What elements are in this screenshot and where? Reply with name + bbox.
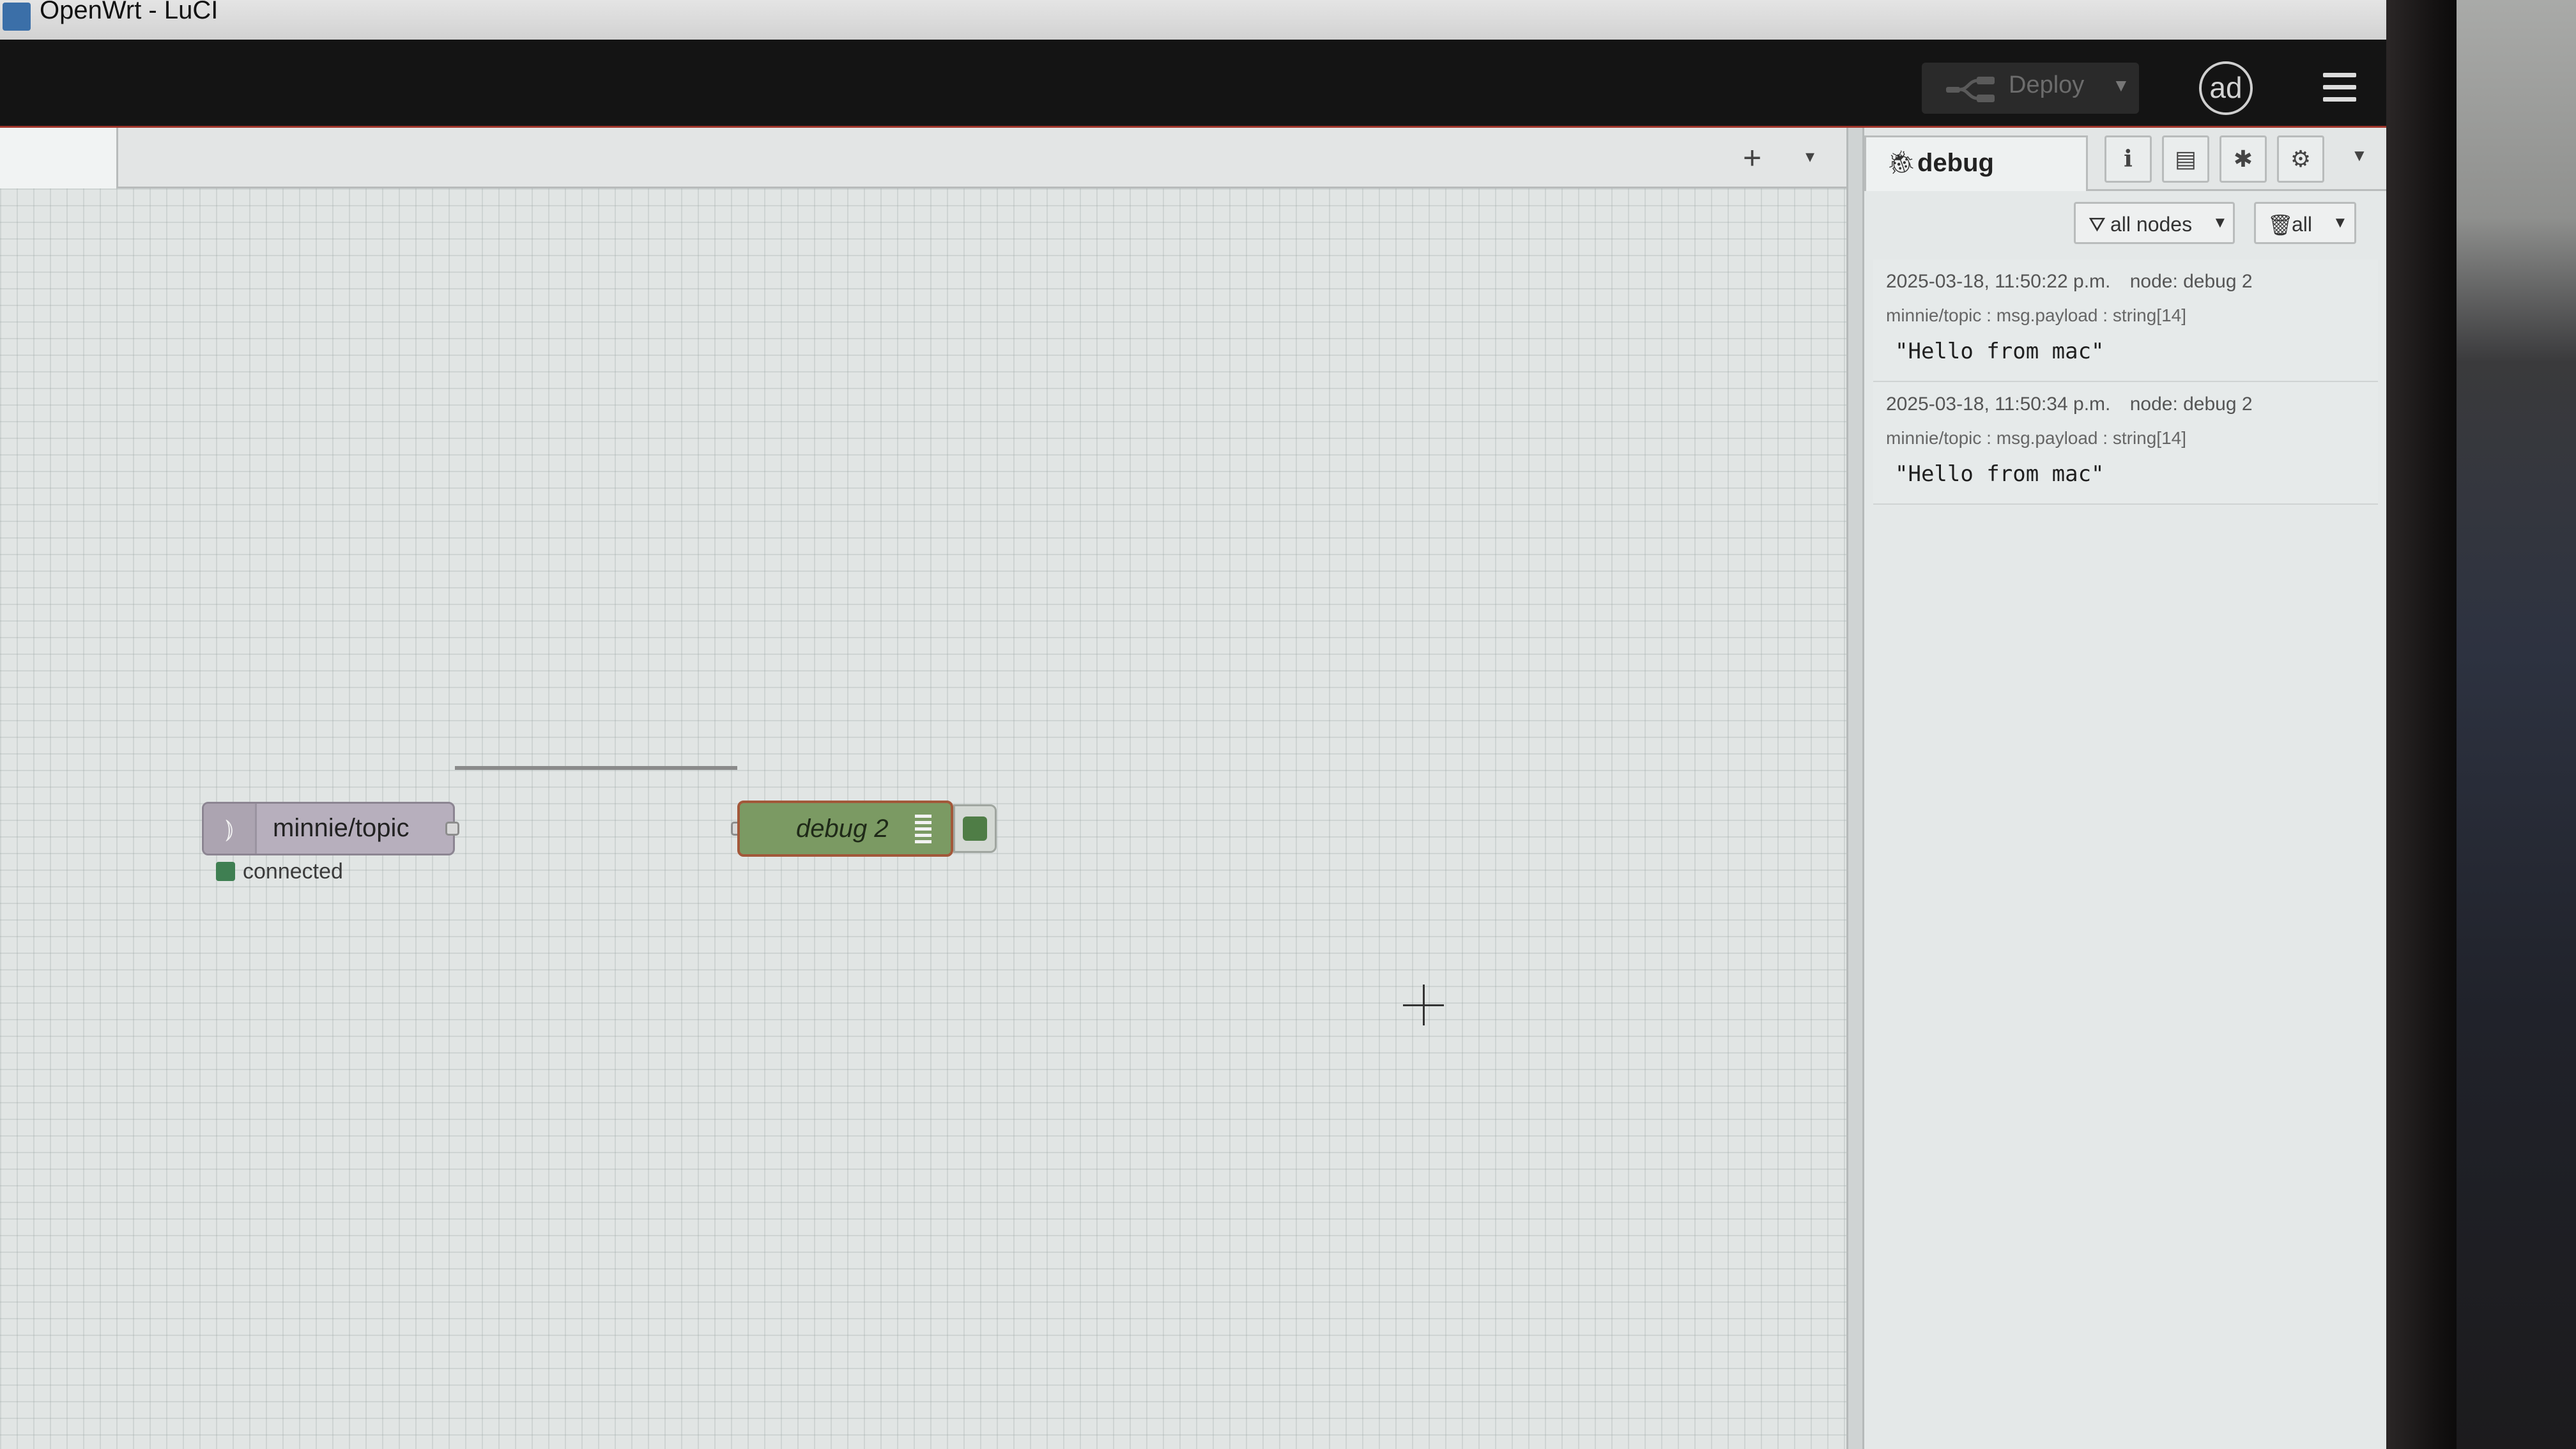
crosshair-cursor-icon bbox=[1403, 985, 1444, 1025]
message-meta: minnie/topic : msg.payload : string[14] bbox=[1886, 428, 2187, 448]
deploy-icon bbox=[1946, 77, 1995, 102]
sidebar-resize-handle[interactable] bbox=[1846, 128, 1864, 1449]
sidebar-tab-bar: 🐞︎ debug i ▤ ✱ ⚙ ▼ bbox=[1864, 128, 2386, 191]
chevron-down-icon[interactable]: ▼ bbox=[2351, 146, 2368, 165]
book-icon: ▤ bbox=[2174, 146, 2196, 172]
status-indicator bbox=[216, 862, 235, 881]
flow-canvas[interactable]: ⦆ minnie/topic connected debug 2 bbox=[0, 188, 1846, 1449]
tab-list-button[interactable]: ▾ bbox=[1805, 146, 1814, 167]
debug-message-list: 2025-03-18, 11:50:22 p.m. node: debug 2 … bbox=[1873, 259, 2378, 505]
bug-icon: 🐞︎ bbox=[1887, 149, 1916, 175]
window-title-bar: OpenWrt - LuCI bbox=[0, 0, 2386, 40]
filter-label: all nodes bbox=[2110, 213, 2193, 236]
trash-icon: 🗑︎ bbox=[2267, 213, 2294, 236]
deploy-button[interactable]: Deploy ▼ bbox=[1922, 63, 2139, 114]
hamburger-menu-icon bbox=[2323, 73, 2356, 77]
message-timestamp: 2025-03-18, 11:50:34 p.m. bbox=[1886, 394, 2111, 415]
mqtt-node-label: minnie/topic bbox=[273, 814, 410, 842]
mqtt-in-node[interactable]: ⦆ minnie/topic bbox=[202, 802, 455, 855]
list-icon bbox=[915, 815, 931, 843]
debug-message[interactable]: 2025-03-18, 11:50:22 p.m. node: debug 2 … bbox=[1873, 259, 2378, 382]
monitor-bezel bbox=[2386, 0, 2457, 1449]
message-payload: "Hello from mac" bbox=[1895, 339, 2104, 364]
debug-message[interactable]: 2025-03-18, 11:50:34 p.m. node: debug 2 … bbox=[1873, 382, 2378, 505]
clear-label: all bbox=[2292, 213, 2313, 236]
app-header: Deploy ▼ ad bbox=[0, 40, 2386, 129]
monitor-screen: OpenWrt - LuCI Deploy ▼ ad + ▾ ⦆ minnie/… bbox=[0, 0, 2386, 1449]
flow-tab[interactable] bbox=[0, 128, 118, 188]
debug-node[interactable]: debug 2 bbox=[737, 801, 953, 857]
app-icon bbox=[3, 3, 31, 31]
clear-messages-button[interactable]: 🗑︎ all ▼ bbox=[2254, 202, 2356, 244]
mqtt-output-port[interactable] bbox=[445, 822, 459, 836]
message-node-link[interactable]: node: debug 2 bbox=[2130, 394, 2253, 415]
tab-debug-label: debug bbox=[1917, 149, 1994, 177]
info-icon: i bbox=[2124, 146, 2133, 172]
message-node-link[interactable]: node: debug 2 bbox=[2130, 271, 2253, 292]
status-text: connected bbox=[243, 859, 343, 884]
bug-icon: ✱ bbox=[2233, 146, 2253, 172]
workspace: + ▾ ⦆ minnie/topic connected debug 2 bbox=[0, 128, 1846, 1449]
chevron-down-icon: ▼ bbox=[2212, 214, 2228, 231]
add-flow-button[interactable]: + bbox=[1743, 139, 1761, 176]
debug-sidebar: 🐞︎ debug i ▤ ✱ ⚙ ▼ ⛛ all nodes ▼ 🗑︎ all … bbox=[1864, 128, 2386, 1449]
mqtt-icon: ⦆ bbox=[204, 804, 257, 854]
window-title: OpenWrt - LuCI bbox=[40, 0, 218, 24]
debug-enable-toggle[interactable] bbox=[953, 804, 997, 853]
message-payload: "Hello from mac" bbox=[1895, 461, 2104, 487]
chevron-down-icon[interactable]: ▼ bbox=[2112, 75, 2130, 96]
filter-nodes-dropdown[interactable]: ⛛ all nodes ▼ bbox=[2074, 202, 2235, 244]
message-meta: minnie/topic : msg.payload : string[14] bbox=[1886, 305, 2187, 325]
debug-tab-button[interactable]: ✱ bbox=[2220, 135, 2267, 183]
chevron-down-icon: ▼ bbox=[2333, 214, 2348, 231]
message-timestamp: 2025-03-18, 11:50:22 p.m. bbox=[1886, 271, 2111, 292]
config-tab-button[interactable]: ⚙ bbox=[2277, 135, 2324, 183]
main-menu-button[interactable] bbox=[2323, 73, 2356, 102]
deploy-label: Deploy bbox=[2009, 72, 2085, 98]
debug-toolbar: ⛛ all nodes ▼ 🗑︎ all ▼ bbox=[1864, 189, 2386, 259]
tab-debug[interactable]: 🐞︎ debug bbox=[1864, 135, 2088, 191]
background-scene bbox=[2457, 0, 2576, 1449]
filter-icon: ⛛ bbox=[2089, 213, 2106, 236]
info-tab-button[interactable]: i bbox=[2104, 135, 2152, 183]
flow-tab-bar: + ▾ bbox=[0, 128, 1846, 188]
debug-node-label: debug 2 bbox=[796, 815, 889, 843]
user-avatar[interactable]: ad bbox=[2199, 61, 2253, 115]
gear-icon: ⚙ bbox=[2290, 146, 2312, 172]
help-tab-button[interactable]: ▤ bbox=[2162, 135, 2209, 183]
